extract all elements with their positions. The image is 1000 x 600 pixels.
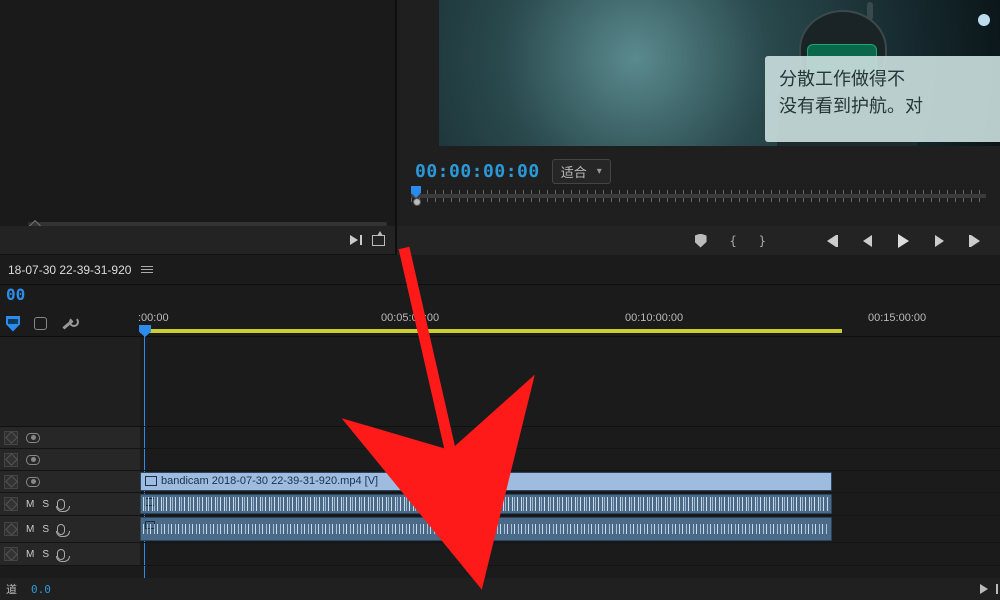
track-toggle-icon[interactable] — [4, 475, 18, 489]
mic-icon[interactable] — [57, 524, 65, 535]
mark-out-button[interactable]: } — [759, 234, 766, 248]
ruler-row: :00:00 00:05:00:00 00:10:00:00 00:15:00:… — [0, 311, 1000, 337]
time-ruler[interactable]: :00:00 00:05:00:00 00:10:00:00 00:15:00:… — [140, 311, 1000, 336]
clip-label: bandicam 2018-07-30 22-39-31-920.mp4 [V] — [145, 475, 378, 487]
solo-button[interactable]: S — [42, 549, 49, 560]
master-track-bar: 道 0.0 — [0, 578, 1000, 600]
mute-button[interactable]: M — [26, 524, 34, 535]
video-clip[interactable]: bandicam 2018-07-30 22-39-31-920.mp4 [V] — [140, 472, 832, 491]
source-panel — [0, 0, 397, 254]
timeline-timecode[interactable]: 00 — [6, 285, 25, 304]
linked-selection-toggle[interactable] — [34, 317, 47, 330]
mic-icon[interactable] — [57, 549, 65, 560]
video-track-3[interactable] — [0, 427, 1000, 449]
program-transport: { } — [397, 226, 1000, 255]
scrubber-handle[interactable] — [413, 198, 421, 206]
program-panel: 分散工作做得不 没有看到护航。对 00:00:00:00 适合 ▾ { } — [397, 0, 1000, 254]
timeline-playhead[interactable] — [139, 325, 151, 337]
scrubber-rail — [411, 194, 986, 198]
timeline-panel: 18-07-30 22-39-31-920 00 :00:00 00:05:00… — [0, 255, 1000, 600]
audio-clip-2[interactable] — [140, 517, 832, 541]
skip-to-end-icon[interactable] — [980, 584, 988, 594]
snap-toggle[interactable] — [6, 316, 20, 332]
timeline-tools — [0, 311, 140, 336]
ruler-label-0: :00:00 — [138, 312, 169, 324]
go-to-out-button[interactable] — [968, 234, 982, 248]
go-to-in-icon — [827, 235, 836, 247]
step-forward-button[interactable] — [932, 234, 946, 248]
play-icon — [898, 234, 909, 248]
panel-menu-icon[interactable] — [141, 266, 153, 273]
eye-icon[interactable] — [26, 455, 40, 465]
program-scrubber[interactable] — [411, 186, 986, 206]
play-button[interactable] — [896, 234, 910, 248]
video-track-1[interactable]: bandicam 2018-07-30 22-39-31-920.mp4 [V] — [0, 471, 1000, 493]
zoom-fit-dropdown[interactable]: 适合 ▾ — [552, 159, 611, 184]
timeline-header: 18-07-30 22-39-31-920 — [0, 255, 1000, 285]
track-toggle-icon[interactable] — [4, 497, 18, 511]
solo-button[interactable]: S — [42, 499, 49, 510]
step-back-icon — [863, 235, 872, 247]
track-toggle-icon[interactable] — [4, 431, 18, 445]
program-timecode-row: 00:00:00:00 适合 ▾ — [415, 160, 982, 182]
audio-track-1[interactable]: M S — [0, 493, 1000, 516]
mute-button[interactable]: M — [26, 499, 34, 510]
add-marker-button[interactable] — [694, 234, 708, 248]
marker-icon — [695, 234, 707, 248]
solo-button[interactable]: S — [42, 524, 49, 535]
master-value[interactable]: 0.0 — [31, 583, 51, 596]
mic-icon[interactable] — [57, 499, 65, 510]
work-area-bar[interactable] — [140, 329, 842, 333]
master-label: 道 — [6, 581, 17, 597]
sequence-name[interactable]: 18-07-30 22-39-31-920 — [8, 263, 131, 277]
settings-icon[interactable] — [61, 317, 75, 331]
video-track-2[interactable] — [0, 449, 1000, 471]
zoom-fit-label: 适合 — [561, 162, 587, 181]
subtitle-line-2: 没有看到护航。对 — [779, 93, 994, 120]
track-toggle-icon[interactable] — [4, 547, 18, 561]
chevron-down-icon: ▾ — [597, 166, 602, 177]
audio-track-3[interactable]: M S — [0, 543, 1000, 566]
program-timecode[interactable]: 00:00:00:00 — [415, 161, 540, 182]
timeline-timecode-row: 00 — [0, 285, 1000, 311]
ruler-label-3: 00:15:00:00 — [868, 312, 926, 324]
source-transport — [0, 226, 395, 254]
waveform — [143, 497, 829, 511]
eye-icon[interactable] — [26, 477, 40, 487]
track-toggle-icon[interactable] — [4, 453, 18, 467]
subtitle-line-1: 分散工作做得不 — [779, 66, 994, 93]
mark-in-button[interactable]: { — [730, 234, 737, 248]
program-preview[interactable]: 分散工作做得不 没有看到护航。对 — [439, 0, 1000, 146]
insert-icon[interactable] — [350, 235, 362, 245]
ruler-label-1: 00:05:00:00 — [381, 312, 439, 324]
overwrite-icon[interactable] — [372, 235, 385, 246]
subtitle-box: 分散工作做得不 没有看到护航。对 — [765, 56, 1000, 142]
go-to-out-icon — [971, 235, 980, 247]
go-to-in-button[interactable] — [824, 234, 838, 248]
waveform — [143, 524, 829, 534]
top-area: 分散工作做得不 没有看到护航。对 00:00:00:00 适合 ▾ { } — [0, 0, 1000, 255]
mute-button[interactable]: M — [26, 549, 34, 560]
step-forward-icon — [935, 235, 944, 247]
ruler-label-2: 00:10:00:00 — [625, 312, 683, 324]
tracks: bandicam 2018-07-30 22-39-31-920.mp4 [V]… — [0, 337, 1000, 600]
step-back-button[interactable] — [860, 234, 874, 248]
audio-track-2[interactable]: M S — [0, 516, 1000, 543]
tracks-spacer — [0, 337, 1000, 427]
track-toggle-icon[interactable] — [4, 522, 18, 536]
eye-icon[interactable] — [26, 433, 40, 443]
audio-clip-1[interactable] — [140, 494, 832, 514]
